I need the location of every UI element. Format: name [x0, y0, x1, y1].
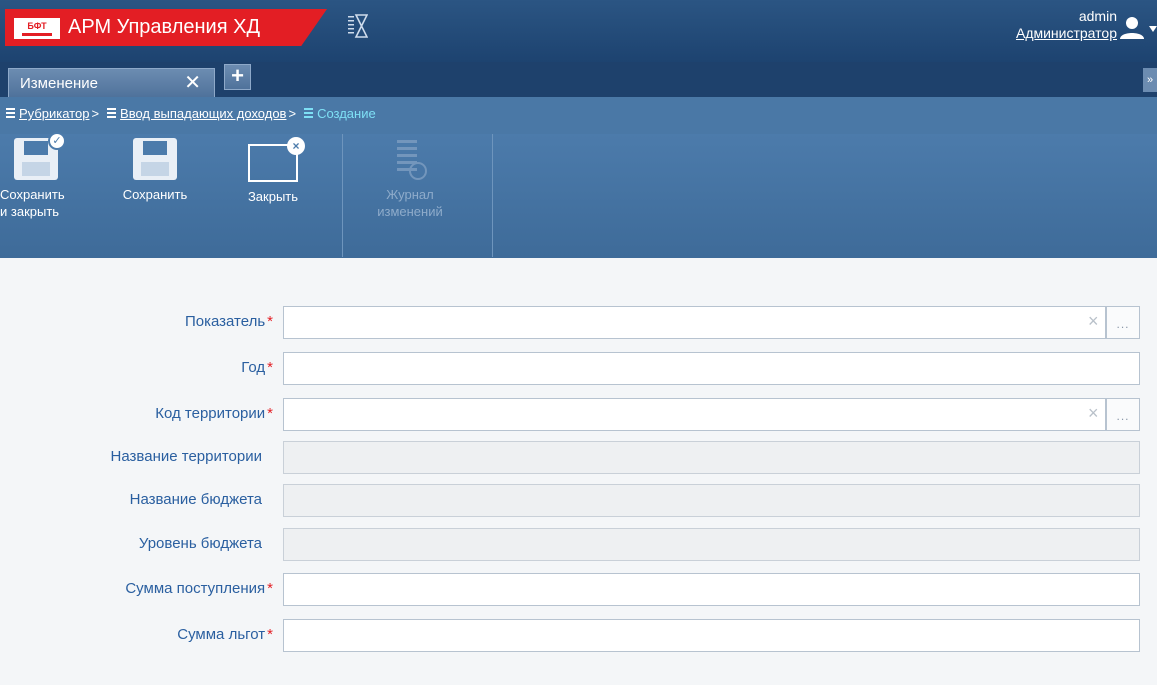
logo-text: БФТ: [27, 20, 47, 31]
field-label: Показатель *: [184, 313, 273, 330]
form-row-year: Год *: [0, 352, 1157, 385]
list-icon: [304, 108, 314, 119]
form-row-territory-code: Код территории * × ...: [0, 398, 1157, 431]
save-icon: [133, 138, 177, 180]
save-close-icon: ✓: [14, 132, 66, 180]
indicator-picker-button[interactable]: ...: [1106, 306, 1140, 339]
user-menu-caret-icon[interactable]: [1149, 26, 1157, 32]
breadcrumb-item-income-input[interactable]: Ввод выпадающих доходов: [120, 106, 286, 121]
app-title: АРМ Управления ХД: [68, 16, 261, 38]
field-label: Сумма поступления *: [125, 580, 273, 597]
field-label: Год *: [241, 359, 273, 376]
field-label: Название территории: [110, 448, 262, 465]
year-field[interactable]: [283, 352, 1140, 385]
list-icon: [107, 108, 117, 119]
form-row-budget-name: Название бюджета: [0, 484, 1157, 517]
clear-icon[interactable]: ×: [1088, 403, 1099, 424]
brand-banner: БФТ АРМ Управления ХД: [5, 9, 327, 46]
breadcrumb: Рубрикатор > Ввод выпадающих доходов > Созда…: [0, 97, 1157, 134]
bft-logo: БФТ: [14, 18, 60, 39]
field-label: Сумма льгот *: [177, 626, 273, 643]
form-row-budget-level: Уровень бюджета: [0, 528, 1157, 561]
tab-label: Изменение: [20, 75, 98, 92]
form-row-benefit-amount: Сумма льгот *: [0, 619, 1157, 652]
save-and-close-button[interactable]: ✓ Сохранить и закрыть: [0, 132, 76, 220]
form-row-receipt-amount: Сумма поступления *: [0, 573, 1157, 606]
form-row-indicator: Показатель * × ...: [0, 306, 1157, 339]
breadcrumb-item-rubricator[interactable]: Рубрикатор: [19, 106, 89, 121]
required-mark: *: [267, 359, 273, 376]
budget-level-field: [283, 528, 1140, 561]
close-button[interactable]: × Закрыть: [236, 137, 310, 205]
close-window-icon: ×: [248, 137, 305, 182]
toolbar: ✓ Сохранить и закрыть Сохранить × Закрыт…: [0, 132, 1157, 258]
tab-strip: Изменение ✕: [0, 62, 1157, 97]
save-label: Сохранить: [122, 187, 188, 202]
add-tab-button[interactable]: +: [224, 64, 251, 90]
toolbar-divider: [342, 134, 343, 257]
user-name: admin: [1078, 8, 1117, 24]
save-button[interactable]: Сохранить: [117, 138, 193, 203]
required-mark: *: [267, 313, 273, 330]
form-row-territory-name: Название территории: [0, 441, 1157, 474]
clear-icon[interactable]: ×: [1088, 311, 1099, 332]
save-close-label-line1: Сохранить: [0, 187, 65, 202]
breadcrumb-separator: >: [288, 106, 297, 121]
receipt-amount-field[interactable]: [283, 573, 1140, 606]
benefit-amount-field[interactable]: [283, 619, 1140, 652]
journal-icon: [397, 140, 427, 180]
budget-name-field: [283, 484, 1140, 517]
indicator-field[interactable]: [283, 306, 1106, 339]
journal-label-line1: Журнал: [386, 187, 434, 202]
required-mark: *: [267, 626, 273, 643]
user-avatar-icon[interactable]: [1119, 15, 1145, 41]
breadcrumb-item-create: Создание: [317, 106, 376, 121]
close-label: Закрыть: [247, 189, 299, 204]
tab-close-icon[interactable]: ✕: [184, 73, 201, 93]
tabs-overflow-icon[interactable]: »: [1143, 68, 1157, 92]
journal-label-line2: изменений: [377, 204, 443, 219]
user-role: Администратор: [1015, 25, 1117, 41]
required-mark: *: [267, 580, 273, 597]
territory-picker-button[interactable]: ...: [1106, 398, 1140, 431]
breadcrumb-separator: >: [91, 106, 100, 121]
required-mark: *: [267, 405, 273, 422]
save-close-label-line2: и закрыть: [0, 204, 60, 219]
user-info[interactable]: admin Администратор: [1016, 8, 1117, 42]
hourglass-icon[interactable]: [348, 14, 368, 38]
list-icon: [6, 108, 15, 119]
field-label: Название бюджета: [129, 491, 262, 508]
territory-name-field: [283, 441, 1140, 474]
field-label: Уровень бюджета: [138, 535, 262, 552]
toolbar-divider: [492, 134, 493, 257]
tab-edit[interactable]: Изменение ✕: [8, 68, 215, 97]
field-label: Код территории *: [155, 405, 273, 422]
change-journal-button[interactable]: Журнал изменений: [355, 138, 465, 220]
territory-code-field[interactable]: [283, 398, 1106, 431]
app-header: БФТ АРМ Управления ХД admin Администрато…: [0, 0, 1157, 62]
